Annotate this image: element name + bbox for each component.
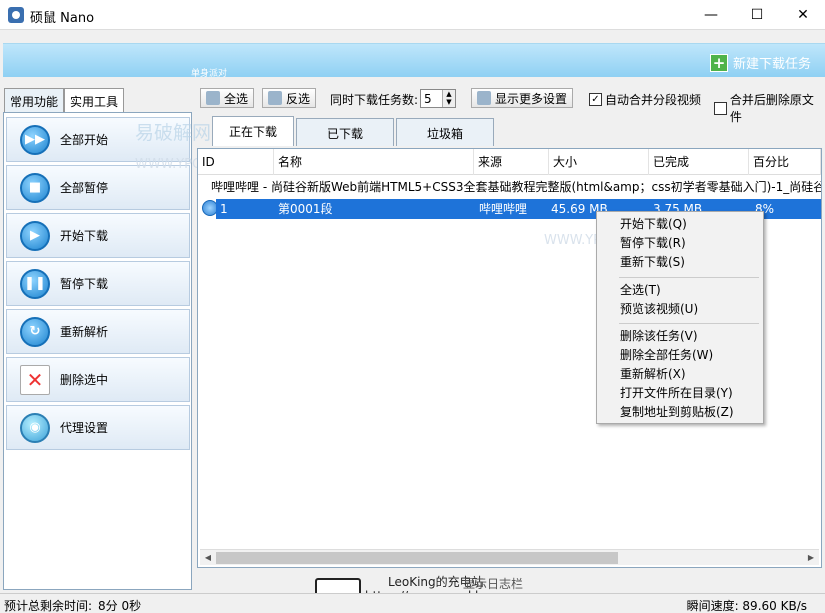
maximize-button[interactable]: ☐ xyxy=(734,0,780,30)
settings-icon xyxy=(477,91,491,105)
speed-readout: 瞬间速度: 89.60 KB/s xyxy=(686,599,807,613)
more-settings-button[interactable]: 显示更多设置 xyxy=(471,88,574,108)
app-icon xyxy=(8,7,24,23)
horizontal-scrollbar[interactable]: ◀ ▶ xyxy=(200,549,819,565)
stop-icon: ■ xyxy=(20,172,50,203)
col-done[interactable]: 已完成 xyxy=(649,149,749,175)
tab-common[interactable]: 常用功能 xyxy=(4,88,65,112)
menu-restart-download[interactable]: 重新下载(S) xyxy=(620,253,685,271)
fast-forward-icon: ▶▶ xyxy=(20,124,50,155)
col-id[interactable]: ID xyxy=(198,149,274,175)
col-name[interactable]: 名称 xyxy=(274,149,474,175)
start-all-label: 全部开始 xyxy=(60,133,109,147)
menu-separator xyxy=(619,323,759,324)
col-source[interactable]: 来源 xyxy=(474,149,549,175)
menu-delete-all[interactable]: 删除全部任务(W) xyxy=(620,346,713,364)
col-percent[interactable]: 百分比 xyxy=(749,149,821,175)
scroll-right-icon[interactable]: ▶ xyxy=(803,550,819,566)
list-header: ID 名称 来源 大小 已完成 百分比 xyxy=(198,149,821,175)
refresh-icon: ↻ xyxy=(20,316,50,347)
proxy-settings-button[interactable]: ◉ 代理设置 xyxy=(6,405,190,450)
title-bar: 硕鼠 Nano — ☐ ✕ xyxy=(0,0,825,30)
tab-trash[interactable]: 垃圾箱 xyxy=(396,118,494,146)
toolbar: 全选 反选 同时下载任务数: 5 ▲ ▼ 显示更多设置 ✓ 自动合并分段视频 合并… xyxy=(196,86,825,124)
left-tabs: 常用功能 实用工具 xyxy=(4,88,125,112)
remaining-time-label: 预计总剩余时间: xyxy=(4,599,93,613)
menu-delete-task[interactable]: 删除该任务(V) xyxy=(620,327,698,345)
left-panel: ▶▶ 全部开始 ■ 全部暂停 ▶ 开始下载 ❚❚ 暂停下载 ↻ 重新解析 ✕ 删… xyxy=(3,112,192,590)
menu-reparse[interactable]: 重新解析(X) xyxy=(620,365,686,383)
reparse-label: 重新解析 xyxy=(60,325,109,339)
menu-open-folder[interactable]: 打开文件所在目录(Y) xyxy=(620,384,733,402)
auto-merge-label: 自动合并分段视频 xyxy=(605,93,702,107)
spinner-arrows-icon[interactable]: ▲ ▼ xyxy=(442,90,455,107)
pause-download-label: 暂停下载 xyxy=(60,277,109,291)
tab-downloading[interactable]: 正在下载 xyxy=(212,116,294,146)
row-source: 哔哩哔哩 xyxy=(479,202,528,216)
invert-selection-button[interactable]: 反选 xyxy=(262,88,317,108)
concurrent-value[interactable]: 5 xyxy=(424,92,432,106)
start-download-button[interactable]: ▶ 开始下载 xyxy=(6,213,190,258)
new-task-label: 新建下载任务 xyxy=(732,57,811,72)
select-all-button[interactable]: 全选 xyxy=(200,88,255,108)
concurrent-stepper[interactable]: 5 ▲ ▼ xyxy=(420,89,456,108)
checkbox-checked-icon[interactable]: ✓ xyxy=(589,93,602,106)
scroll-thumb[interactable] xyxy=(216,552,618,564)
start-download-label: 开始下载 xyxy=(60,229,109,243)
scroll-left-icon[interactable]: ◀ xyxy=(200,550,216,566)
auto-merge-checkbox[interactable]: ✓ 自动合并分段视频 xyxy=(589,91,701,108)
invert-label: 反选 xyxy=(286,91,311,106)
proxy-settings-label: 代理设置 xyxy=(60,421,109,435)
menu-copy-url[interactable]: 复制地址到剪贴板(Z) xyxy=(620,403,734,421)
row-name: 第0001段 xyxy=(278,202,333,216)
play-icon: ▶ xyxy=(20,220,50,251)
pause-all-label: 全部暂停 xyxy=(60,181,109,195)
window-title: 硕鼠 Nano xyxy=(30,11,95,26)
delete-after-merge-checkbox[interactable]: 合并后删除原文件 xyxy=(714,91,825,125)
tab-tools[interactable]: 实用工具 xyxy=(64,88,125,112)
select-all-label: 全选 xyxy=(224,91,249,106)
remaining-time-value: 8分 0秒 xyxy=(98,599,142,613)
banner: 单身派对 + 新建下载任务 xyxy=(3,43,825,79)
menu-preview-video[interactable]: 预览该视频(U) xyxy=(620,300,698,318)
col-size[interactable]: 大小 xyxy=(549,149,649,175)
tab-downloaded[interactable]: 已下载 xyxy=(296,118,394,146)
row-id: 1 xyxy=(220,202,228,216)
banner-subtitle: 单身派对 xyxy=(191,69,228,79)
download-tabs: 正在下载 已下载 垃圾箱 xyxy=(212,116,496,146)
select-all-icon xyxy=(206,91,220,105)
close-button[interactable]: ✕ xyxy=(780,0,825,30)
delete-selected-label: 删除选中 xyxy=(60,373,109,387)
globe-icon: ◉ xyxy=(20,412,50,443)
delete-after-merge-label: 合并后删除原文件 xyxy=(729,93,814,124)
plus-icon: + xyxy=(709,53,728,72)
menu-select-all[interactable]: 全选(T) xyxy=(620,281,661,299)
invert-icon xyxy=(268,91,282,105)
status-bar: 预计总剩余时间: 8分 0秒 瞬间速度: 89.60 KB/s xyxy=(0,593,825,613)
delete-icon: ✕ xyxy=(20,364,50,395)
pause-download-button[interactable]: ❚❚ 暂停下载 xyxy=(6,261,190,306)
reparse-button[interactable]: ↻ 重新解析 xyxy=(6,309,190,354)
new-task-button[interactable]: + 新建下载任务 xyxy=(709,53,811,72)
menu-pause-download[interactable]: 暂停下载(R) xyxy=(620,234,686,252)
pause-icon: ❚❚ xyxy=(20,268,50,299)
group-title: 哔哩哔哩 - 尚硅谷新版Web前端HTML5+CSS3全套基础教程完整版(htm… xyxy=(211,180,821,194)
checkbox-unchecked-icon[interactable] xyxy=(714,101,727,115)
menu-separator xyxy=(619,277,759,278)
delete-selected-button[interactable]: ✕ 删除选中 xyxy=(6,357,190,402)
menu-start-download[interactable]: 开始下载(Q) xyxy=(620,215,687,233)
concurrent-label: 同时下载任务数: xyxy=(330,93,419,107)
more-settings-label: 显示更多设置 xyxy=(495,91,568,106)
minimize-button[interactable]: — xyxy=(688,0,734,30)
context-menu: 开始下载(Q) 暂停下载(R) 重新下载(S) 全选(T) 预览该视频(U) 删… xyxy=(596,211,764,424)
